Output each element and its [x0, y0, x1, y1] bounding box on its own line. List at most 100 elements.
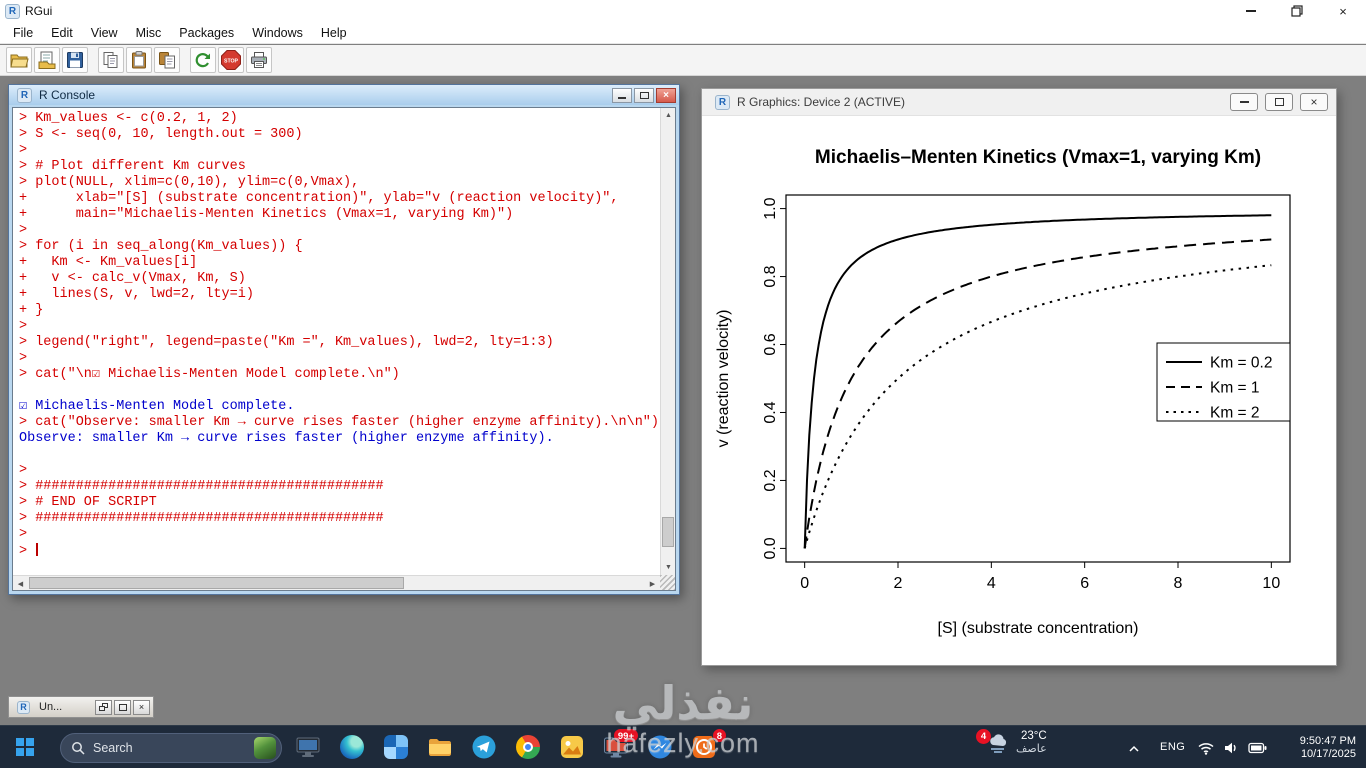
taskbar-icon-clock-app[interactable]: 8: [688, 727, 727, 763]
console-minimize-button[interactable]: [612, 87, 632, 103]
save-workspace-button[interactable]: [62, 47, 88, 73]
print-button[interactable]: [246, 47, 272, 73]
console-line: + lines(S, v, lwd=2, lty=i): [19, 287, 254, 302]
x-tick-label: 8: [1174, 575, 1183, 592]
r-console-window: R R Console × > Km_values <- c(0.2, 1, 2…: [8, 84, 680, 595]
legend-label: Km = 2: [1210, 405, 1260, 422]
window-close-button[interactable]: ×: [1320, 0, 1366, 22]
paste-button[interactable]: [126, 47, 152, 73]
taskbar-icon-telegram[interactable]: [468, 732, 499, 763]
console-input-area[interactable]: > Km_values <- c(0.2, 1, 2) > S <- seq(0,…: [12, 107, 676, 591]
taskbar-clock[interactable]: 9:50:47 PM 10/17/2025: [1300, 735, 1356, 761]
menu-item-misc[interactable]: Misc: [127, 26, 171, 40]
wifi-icon[interactable]: [1198, 741, 1214, 755]
taskbar-icon-file-explorer[interactable]: [424, 732, 455, 763]
app-titlebar[interactable]: R RGui ×: [0, 0, 1366, 22]
console-line: > cat("\n☑ Michaelis-Menten Model comple…: [19, 367, 400, 382]
console-line: > cat("Observe: smaller Km → curve rises…: [19, 415, 657, 430]
plot-title: Michaelis–Menten Kinetics (Vmax=1, varyi…: [815, 147, 1261, 168]
console-line: >: [19, 543, 657, 559]
console-line: ☑ Michaelis-Menten Model complete.: [19, 399, 295, 414]
x-tick-label: 2: [894, 575, 903, 592]
scroll-up-arrow[interactable]: ▲: [661, 108, 676, 123]
mdi-workspace: R R Console × > Km_values <- c(0.2, 1, 2…: [0, 77, 1366, 725]
copy-and-paste-button[interactable]: [154, 47, 180, 73]
tray-chevron-up-icon[interactable]: [1128, 740, 1140, 758]
editor-restore-button[interactable]: [95, 699, 112, 715]
notification-badge: 8: [711, 727, 727, 743]
taskbar-icon-messenger[interactable]: [644, 732, 675, 763]
r-logo-icon: R: [715, 94, 730, 110]
search-icon: [72, 742, 85, 755]
console-maximize-button[interactable]: [634, 87, 654, 103]
taskbar-icon-photos[interactable]: [380, 732, 411, 763]
windows-logo-icon: [16, 738, 34, 756]
weather-temp: 23°C: [1020, 730, 1047, 742]
console-line: > S <- seq(0, 10, length.out = 300): [19, 127, 303, 142]
menu-item-view[interactable]: View: [82, 26, 127, 40]
start-button[interactable]: [16, 738, 34, 761]
resize-grip[interactable]: [660, 575, 675, 590]
graphics-window-title: R Graphics: Device 2 (ACTIVE): [737, 95, 906, 109]
taskbar-icon-chrome[interactable]: [512, 732, 543, 763]
graphics-close-button[interactable]: ×: [1300, 93, 1328, 111]
search-input[interactable]: Search: [60, 733, 282, 763]
console-line: >: [19, 351, 28, 366]
legend-label: Km = 0.2: [1210, 355, 1272, 372]
load-workspace-button[interactable]: [34, 47, 60, 73]
r-logo-icon: R: [5, 3, 20, 19]
console-line: > legend("right", legend=paste("Km =", K…: [19, 335, 554, 350]
menu-item-file[interactable]: File: [4, 26, 42, 40]
language-indicator[interactable]: ENG: [1160, 741, 1185, 753]
open-script-button[interactable]: [6, 47, 32, 73]
window-minimize-button[interactable]: [1228, 0, 1274, 22]
search-highlight-image[interactable]: [254, 737, 276, 759]
menu-item-packages[interactable]: Packages: [170, 26, 243, 40]
taskbar-icon-this-pc[interactable]: [292, 732, 323, 763]
taskbar-icon-monitor-app[interactable]: 99+: [600, 727, 639, 763]
window-restore-button[interactable]: [1274, 0, 1320, 22]
search-placeholder: Search: [93, 741, 133, 755]
scroll-right-arrow[interactable]: ▶: [645, 576, 660, 591]
horizontal-scrollbar-thumb[interactable]: [29, 577, 405, 589]
graphics-minimize-button[interactable]: [1230, 93, 1258, 111]
clock-date: 10/17/2025: [1300, 748, 1356, 760]
x-axis-label: [S] (substrate concentration): [938, 620, 1139, 637]
refresh-button[interactable]: [190, 47, 216, 73]
vertical-scrollbar-thumb[interactable]: [662, 517, 674, 547]
scroll-left-arrow[interactable]: ◀: [13, 576, 28, 591]
scroll-down-arrow[interactable]: ▼: [661, 560, 676, 575]
legend-label: Km = 1: [1210, 380, 1260, 397]
taskbar-icon-gallery[interactable]: [556, 732, 587, 763]
console-line: > # END OF SCRIPT: [19, 495, 157, 510]
editor-close-button[interactable]: ×: [133, 699, 150, 715]
notification-badge: 4: [976, 729, 991, 744]
menu-item-edit[interactable]: Edit: [42, 26, 82, 40]
x-tick-label: 6: [1080, 575, 1089, 592]
taskbar-app-icons: 99+ 8: [292, 726, 727, 768]
minimized-editor-window[interactable]: R Un... ×: [8, 696, 154, 718]
y-tick-label: 0.4: [762, 401, 779, 423]
console-vertical-scrollbar[interactable]: ▲ ▼: [660, 108, 675, 575]
weather-widget[interactable]: 4 23°C عاصف: [976, 729, 1047, 756]
battery-icon[interactable]: [1248, 742, 1267, 754]
console-titlebar[interactable]: R R Console ×: [9, 85, 679, 105]
volume-icon[interactable]: [1223, 741, 1239, 755]
console-close-button[interactable]: ×: [656, 87, 676, 103]
stop-computation-button[interactable]: STOP: [218, 47, 244, 73]
editor-maximize-button[interactable]: [114, 699, 131, 715]
r-logo-icon: R: [17, 87, 32, 103]
clock-time: 9:50:47 PM: [1299, 735, 1356, 747]
menu-item-windows[interactable]: Windows: [243, 26, 312, 40]
copy-button[interactable]: [98, 47, 124, 73]
restore-icon: [1291, 5, 1303, 17]
console-line: + Km <- Km_values[i]: [19, 255, 198, 270]
taskbar-icon-edge[interactable]: [336, 732, 367, 763]
graphics-maximize-button[interactable]: [1265, 93, 1293, 111]
console-line: + }: [19, 303, 44, 318]
console-horizontal-scrollbar[interactable]: ◀ ▶: [13, 575, 660, 590]
console-line: >: [19, 143, 28, 158]
graphics-titlebar[interactable]: R R Graphics: Device 2 (ACTIVE) ×: [702, 89, 1336, 116]
menu-item-help[interactable]: Help: [312, 26, 356, 40]
